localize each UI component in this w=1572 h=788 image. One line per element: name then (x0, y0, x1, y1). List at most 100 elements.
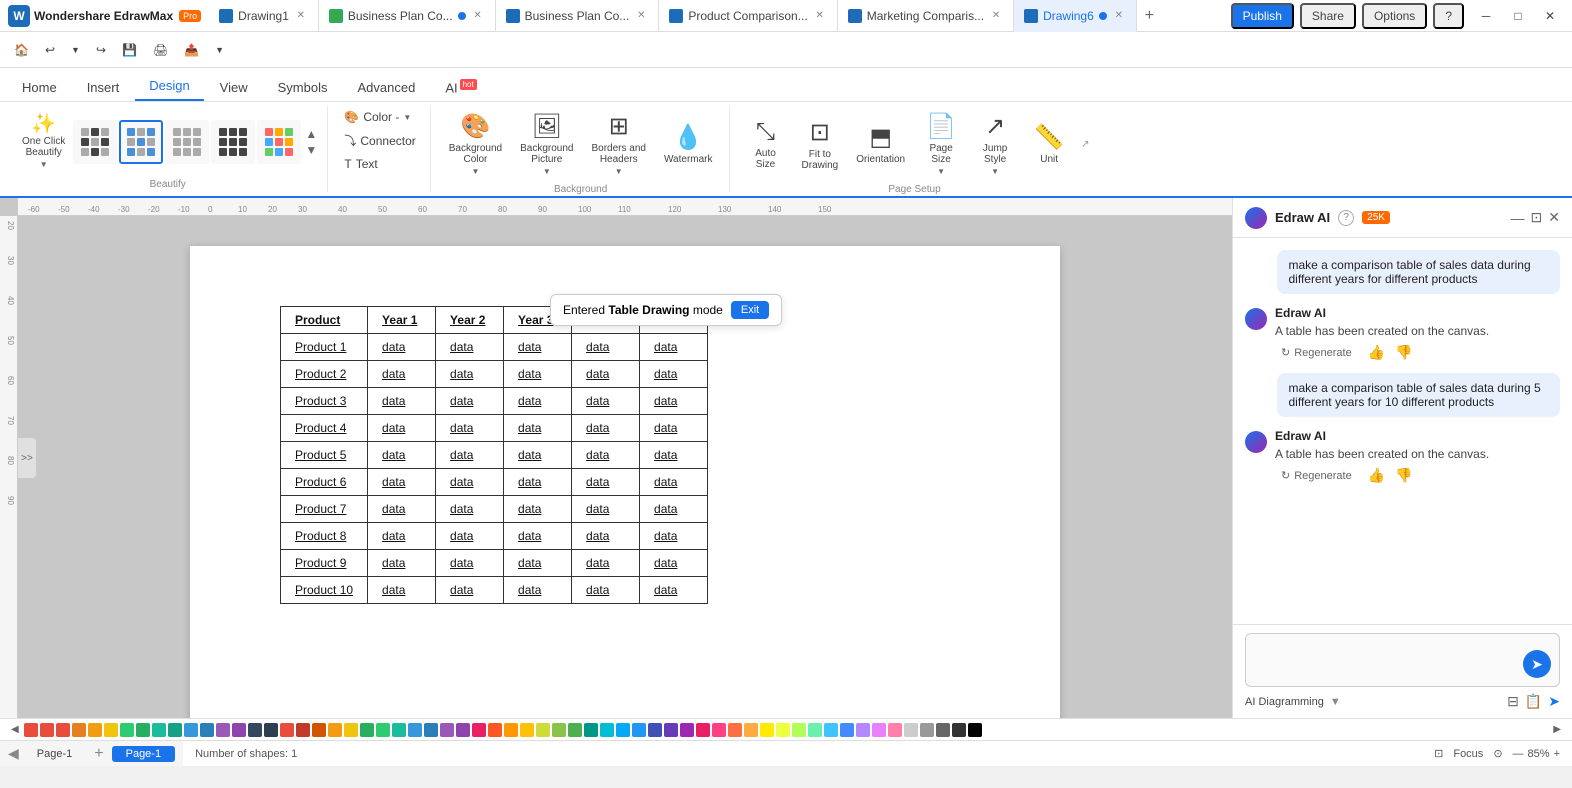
page-tab-active[interactable]: Page-1 (112, 746, 175, 762)
color-swatch[interactable] (504, 723, 518, 737)
table-cell[interactable]: Product 5 (281, 442, 368, 469)
color-swatch[interactable] (120, 723, 134, 737)
table-cell[interactable]: data (572, 469, 640, 496)
zoom-out-button[interactable]: — (1513, 748, 1524, 760)
color-button[interactable]: 🎨 Color - ▼ (338, 108, 417, 126)
table-cell[interactable]: data (436, 496, 504, 523)
ribbon-tab-design[interactable]: Design (135, 72, 203, 101)
color-swatch[interactable] (520, 723, 534, 737)
ribbon-tab-advanced[interactable]: Advanced (343, 74, 429, 101)
bg-picture-button[interactable]: 🖼 BackgroundPicture ▼ (512, 108, 581, 180)
color-swatch[interactable] (808, 723, 822, 737)
table-cell[interactable]: data (504, 334, 572, 361)
table-cell[interactable]: data (368, 577, 436, 604)
color-swatch[interactable] (872, 723, 886, 737)
tooltip-exit-button[interactable]: Exit (731, 301, 769, 319)
watermark-button[interactable]: 💧 Watermark (656, 119, 721, 169)
table-cell[interactable]: data (368, 388, 436, 415)
color-swatch[interactable] (760, 723, 774, 737)
color-swatch[interactable] (632, 723, 646, 737)
ai-panel-popout-button[interactable]: ⊡ (1531, 209, 1543, 226)
undo-dropdown[interactable]: ▼ (65, 42, 86, 58)
table-row[interactable]: Product 9datadatadatadatadata (281, 550, 708, 577)
table-cell[interactable]: data (504, 415, 572, 442)
print-button[interactable]: 🖨 (147, 40, 174, 60)
color-swatch[interactable] (72, 723, 86, 737)
regenerate-button-1[interactable]: ↻ Regenerate (1275, 344, 1358, 361)
table-row[interactable]: Product 8datadatadatadatadata (281, 523, 708, 550)
table-cell[interactable]: data (572, 442, 640, 469)
tab-bp2[interactable]: Business Plan Co... ✕ (496, 0, 660, 32)
color-swatch[interactable] (312, 723, 326, 737)
tab-close[interactable]: ✕ (1112, 9, 1126, 23)
page-setup-expand[interactable]: ↗ (1081, 139, 1089, 150)
table-cell[interactable]: Product 6 (281, 469, 368, 496)
auto-size-button[interactable]: ⤡ AutoSize (740, 114, 792, 174)
drawing-canvas[interactable]: Entered Table Drawing mode Exit ProductY… (18, 216, 1232, 718)
color-swatch[interactable] (280, 723, 294, 737)
color-swatch[interactable] (856, 723, 870, 737)
color-swatch[interactable] (376, 723, 390, 737)
share-button[interactable]: Share (1300, 3, 1356, 29)
table-cell[interactable]: Product 8 (281, 523, 368, 550)
color-swatch[interactable] (168, 723, 182, 737)
palette-prev-arrow[interactable]: ◀ (8, 724, 22, 735)
table-cell[interactable]: data (368, 361, 436, 388)
color-swatch[interactable] (712, 723, 726, 737)
save-button[interactable]: 💾 (116, 40, 143, 60)
table-cell[interactable]: data (504, 577, 572, 604)
focus-label[interactable]: Focus (1453, 748, 1483, 760)
table-row[interactable]: Product 5datadatadatadatadata (281, 442, 708, 469)
color-swatch[interactable] (728, 723, 742, 737)
table-cell[interactable]: data (640, 496, 708, 523)
tab-product[interactable]: Product Comparison... ✕ (659, 0, 837, 32)
ai-footer-icon-2[interactable]: 📋 (1525, 693, 1542, 710)
tab-close[interactable]: ✕ (634, 9, 648, 23)
table-cell[interactable]: data (436, 361, 504, 388)
color-swatch[interactable] (24, 723, 38, 737)
help-button[interactable]: ? (1433, 3, 1464, 29)
ribbon-tab-insert[interactable]: Insert (73, 74, 134, 101)
redo-button[interactable]: ↪ (90, 40, 112, 60)
color-swatch[interactable] (648, 723, 662, 737)
table-cell[interactable]: data (504, 523, 572, 550)
color-swatch[interactable] (440, 723, 454, 737)
sidebar-toggle-button[interactable]: >> (18, 438, 36, 478)
color-swatch[interactable] (776, 723, 790, 737)
toolbar-dropdown[interactable]: ▼ (209, 42, 230, 58)
table-cell[interactable]: Product 1 (281, 334, 368, 361)
palette-next-arrow[interactable]: ▶ (1550, 724, 1564, 735)
ai-panel-close-button[interactable]: ✕ (1548, 209, 1560, 226)
table-header-cell[interactable]: Year 1 (368, 307, 436, 334)
beautify-thumb-4[interactable] (211, 120, 255, 164)
text-button[interactable]: T Text (338, 155, 383, 173)
minimize-button[interactable]: ─ (1472, 4, 1500, 28)
table-cell[interactable]: data (640, 577, 708, 604)
table-cell[interactable]: Product 9 (281, 550, 368, 577)
color-swatch[interactable] (824, 723, 838, 737)
table-row[interactable]: Product 6datadatadatadatadata (281, 469, 708, 496)
table-row[interactable]: Product 2datadatadatadatadata (281, 361, 708, 388)
table-cell[interactable]: data (640, 415, 708, 442)
table-header-cell[interactable]: Year 2 (436, 307, 504, 334)
color-swatch[interactable] (216, 723, 230, 737)
color-swatch[interactable] (360, 723, 374, 737)
color-swatch[interactable] (40, 723, 54, 737)
unit-button[interactable]: 📏 Unit (1023, 119, 1075, 169)
color-swatch[interactable] (472, 723, 486, 737)
table-cell[interactable]: data (572, 496, 640, 523)
table-cell[interactable]: Product 10 (281, 577, 368, 604)
jump-style-button[interactable]: ↗ JumpStyle ▼ (969, 108, 1021, 180)
table-cell[interactable]: data (436, 469, 504, 496)
table-cell[interactable]: data (640, 388, 708, 415)
color-swatch[interactable] (616, 723, 630, 737)
table-cell[interactable]: data (368, 496, 436, 523)
color-swatch[interactable] (200, 723, 214, 737)
color-swatch[interactable] (392, 723, 406, 737)
tab-close[interactable]: ✕ (813, 9, 827, 23)
table-row[interactable]: Product 4datadatadatadatadata (281, 415, 708, 442)
ribbon-tab-view[interactable]: View (206, 74, 262, 101)
orientation-button[interactable]: ⬒ Orientation (848, 119, 913, 169)
color-swatch[interactable] (888, 723, 902, 737)
color-swatch[interactable] (664, 723, 678, 737)
